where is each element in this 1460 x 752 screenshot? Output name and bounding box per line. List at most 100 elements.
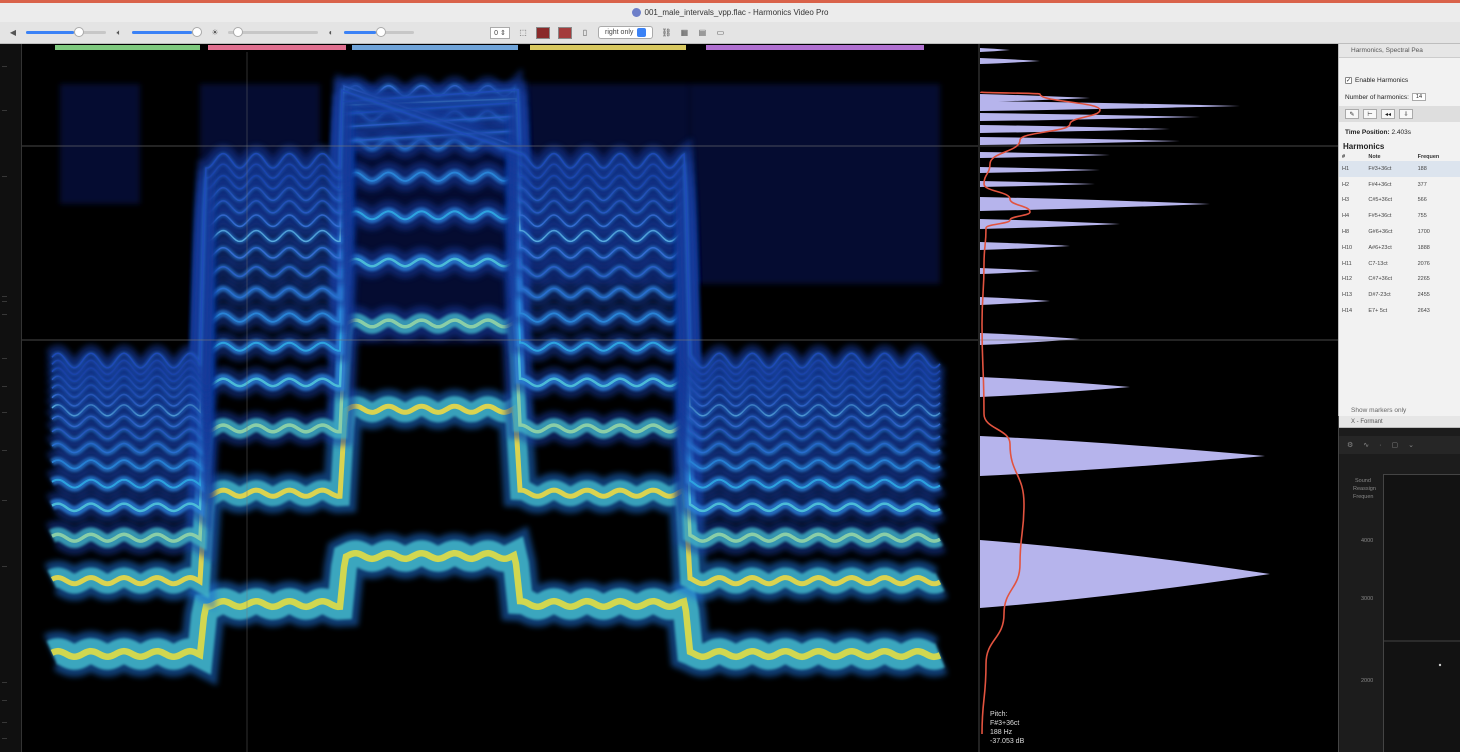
spectrogram-canvas <box>22 45 978 752</box>
spectrum-peak <box>980 113 1200 121</box>
rewind-icon[interactable]: ◂◂ <box>1381 109 1395 119</box>
harmonics-table-row[interactable]: H13 D#7-23ct 2455 <box>1339 287 1460 303</box>
frequency-tick: — <box>2 299 7 305</box>
pencil-icon[interactable]: ✎ <box>1345 109 1359 119</box>
number-of-harmonics-label: Number of harmonics: <box>1345 93 1409 101</box>
chevron-down-icon <box>637 28 647 37</box>
color-swatch-button[interactable] <box>536 26 550 39</box>
column-frequency: Frequen <box>1417 154 1440 160</box>
volume-icon[interactable]: 🔈︎ <box>114 28 124 38</box>
selection-tool-icon[interactable]: ⬚ <box>518 28 528 38</box>
chevron-icon[interactable]: ⌄ <box>1408 441 1414 449</box>
number-of-harmonics-field[interactable]: 14 <box>1411 93 1426 101</box>
enable-harmonics-checkbox[interactable]: ✓ <box>1345 76 1352 84</box>
formant-side-label-1: Sound <box>1355 478 1371 484</box>
region-marker[interactable] <box>208 45 346 50</box>
speaker-icon[interactable]: ◀ <box>8 28 18 38</box>
harmonics-table-row[interactable]: H14 E7+ 5ct 2643 <box>1339 303 1460 319</box>
formant-side-label-2: Reassign <box>1353 486 1376 492</box>
dot-icon[interactable]: · <box>1379 442 1381 449</box>
harmonic-frequency: 1700 <box>1417 229 1430 236</box>
region-marker[interactable] <box>55 45 200 50</box>
inspector-header: Harmonics, Spectral Pea <box>1339 44 1460 58</box>
formant-tools: ⚙ ∿ · ▢ ⌄ <box>1339 436 1460 454</box>
harmonic-note: G#6+36ct <box>1368 229 1393 236</box>
link-icon[interactable]: ⛓ <box>661 28 671 38</box>
layout-icon[interactable]: ▯ <box>580 28 590 38</box>
harmonic-frequency: 2455 <box>1417 292 1430 299</box>
spectrum-peak <box>980 333 1080 345</box>
harmonics-table-row[interactable]: H1 F#3+36ct 188 <box>1339 161 1460 177</box>
harmonic-frequency: 755 <box>1417 213 1427 220</box>
harmonics-table-row[interactable]: H12 C#7+36ct 2265 <box>1339 272 1460 288</box>
harmonics-table-row[interactable]: H10 A#6+23ct 1888 <box>1339 240 1460 256</box>
grid-icon[interactable]: ▦ <box>679 28 689 38</box>
formant-graph[interactable] <box>1383 474 1460 752</box>
frequency-tick: — <box>2 498 7 504</box>
marker-icon[interactable]: ⊢ <box>1363 109 1377 119</box>
formant-panel-header: X - Formant <box>1339 416 1460 428</box>
contrast-icon[interactable]: ◐ <box>326 28 336 38</box>
spectrum-peak <box>980 101 1240 111</box>
curve-icon[interactable]: ∿ <box>1363 441 1369 449</box>
window-title: 001_male_intervals_vpp.flac - Harmonics … <box>644 8 829 17</box>
frequency-tick: — <box>2 312 7 318</box>
frequency-tick: — <box>2 108 7 114</box>
show-markers-toggle[interactable]: Show markers only <box>1351 407 1406 414</box>
gain-slider[interactable] <box>26 27 106 37</box>
region-marker[interactable] <box>352 45 518 50</box>
spectral-haze <box>60 84 140 204</box>
enable-harmonics-row[interactable]: ✓ Enable Harmonics <box>1339 72 1460 88</box>
region-marker[interactable] <box>706 45 924 50</box>
harmonic-number: H2 <box>1342 181 1350 188</box>
pitch-level: -37.053 dB <box>990 738 1025 745</box>
spectrum-peak <box>980 48 1010 52</box>
frequency-tick: — <box>2 410 7 416</box>
brightness-slider[interactable] <box>228 27 318 37</box>
channel-stepper[interactable]: 0 ⇕ <box>490 26 510 39</box>
harmonic-number: H10 <box>1342 244 1353 251</box>
harmonics-table-row[interactable]: H8 G#6+36ct 1700 <box>1339 224 1460 240</box>
view-mode-label: right only <box>605 29 634 36</box>
list-icon[interactable]: ▤ <box>697 28 707 38</box>
square-icon[interactable]: ▢ <box>1392 441 1399 449</box>
enable-harmonics-label: Enable Harmonics <box>1355 76 1409 84</box>
harmonics-table-row[interactable]: H4 F#5+36ct 755 <box>1339 208 1460 224</box>
harmonic-frequency: 188 <box>1414 161 1460 177</box>
contrast-slider[interactable] <box>344 27 414 37</box>
harmonics-table: # Note Frequen H1 F#3+36ct 188 H2 F#4+36ct 37… <box>1339 153 1460 319</box>
harmonics-table-row[interactable]: H11 C7-13ct 2076 <box>1339 256 1460 272</box>
number-of-harmonics-row: Number of harmonics: 14 <box>1339 88 1460 106</box>
document-icon <box>631 8 641 17</box>
view-mode-select[interactable]: right only <box>598 26 654 39</box>
export-icon[interactable]: ⇩ <box>1399 109 1413 119</box>
formant-side-label-3: Frequen <box>1353 494 1374 500</box>
gear-icon[interactable]: ⚙ <box>1347 441 1353 449</box>
frequency-tick: — <box>2 736 7 742</box>
formant-tick-2000: 2000 <box>1361 678 1374 684</box>
spectrum-panel[interactable]: Pitch: F#3+36ct 188 Hz -37.053 dB <box>978 44 1338 752</box>
show-markers-label: Show markers only <box>1351 407 1407 414</box>
spectrum-peak <box>980 137 1180 145</box>
window-icon[interactable]: ▭ <box>715 28 725 38</box>
formant-tick-4000: 4000 <box>1361 538 1374 544</box>
spectrum-canvas <box>980 48 1338 735</box>
region-marker[interactable] <box>530 45 686 50</box>
brightness-icon[interactable]: ☀ <box>210 28 220 38</box>
app-window: 001_male_intervals_vpp.flac - Harmonics … <box>0 0 1460 752</box>
harmonic-note: D#7-23ct <box>1368 292 1391 299</box>
pitch-readout: Pitch: F#3+36ct 188 Hz -37.053 dB <box>990 710 1024 746</box>
harmonic-number: H4 <box>1342 213 1350 220</box>
frequency-tick: — <box>2 448 7 454</box>
frequency-tick: — <box>2 564 7 570</box>
harmonic-number: H13 <box>1342 292 1353 299</box>
frequency-tick: — <box>2 174 7 180</box>
volume-slider[interactable] <box>132 27 202 37</box>
harmonics-table-row[interactable]: H3 C#5+36ct 566 <box>1339 193 1460 209</box>
toolbar: ◀ 🔈︎ ☀ ◐ 0 ⇕ ⬚ ▯ right only ⛓ ▦ ▤ ▭ <box>0 22 1460 44</box>
frequency-tick: — <box>2 356 7 362</box>
spectral-haze <box>690 84 940 284</box>
harmonics-table-row[interactable]: H2 F#4+36ct 377 <box>1339 177 1460 193</box>
spectrogram-view[interactable]: — — — — — — — — — — — — — — — — <box>0 44 978 752</box>
color-swatch-button-2[interactable] <box>558 26 572 39</box>
